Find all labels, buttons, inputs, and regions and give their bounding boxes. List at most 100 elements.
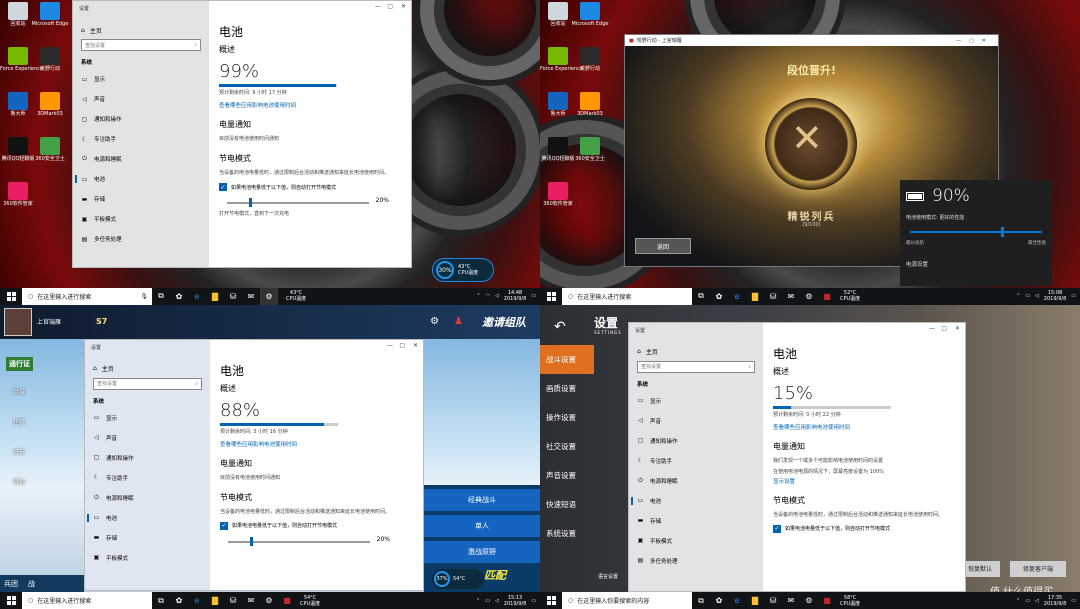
search-input[interactable]: 查找设置 ⌕ bbox=[637, 360, 755, 373]
edge-icon[interactable]: e bbox=[728, 592, 746, 609]
start-button[interactable] bbox=[540, 288, 562, 305]
saver-checkbox[interactable]: ✓ 如果电池电量低于以下值，则自动打开节电模式 bbox=[219, 183, 401, 191]
game-menu-item[interactable]: 社交设置 bbox=[540, 432, 594, 461]
taskbar-search[interactable]: ○ 在这里输入进行搜索 bbox=[22, 592, 152, 609]
slider-thumb[interactable] bbox=[250, 536, 253, 546]
edge-icon[interactable]: e bbox=[188, 592, 206, 609]
taskbar-search[interactable]: ○ 在这里输入你要搜索的内容 bbox=[562, 592, 692, 609]
up-chevron-icon[interactable]: ⌃ bbox=[1016, 598, 1020, 604]
app-icon[interactable]: ✿ bbox=[710, 592, 728, 609]
search-input[interactable]: 查找设置 ⌕ bbox=[81, 39, 201, 51]
game-icon[interactable]: ■ bbox=[278, 592, 296, 609]
battery-tray-icon[interactable]: ▭ bbox=[485, 598, 490, 604]
game-menu-item[interactable]: 声音设置 bbox=[540, 461, 594, 490]
nav-item[interactable]: ◁ 声音 bbox=[85, 428, 210, 448]
desktop-icon[interactable]: 3DMark03 bbox=[562, 92, 618, 117]
nav-item[interactable]: ▭ 显示 bbox=[85, 408, 210, 428]
maximize-button[interactable]: ▢ bbox=[941, 325, 947, 332]
nav-item[interactable]: ▭ 显示 bbox=[629, 391, 763, 411]
battery-tray-icon[interactable]: ▭ bbox=[1025, 598, 1030, 604]
match-button[interactable]: 匹配 bbox=[484, 567, 506, 583]
clock[interactable]: 15:08 2019/9/8 bbox=[1044, 290, 1066, 302]
notification-icon[interactable]: ▭ bbox=[1071, 293, 1076, 299]
folder-icon[interactable]: ▇ bbox=[746, 288, 764, 305]
power-settings-link[interactable]: 电源设置 bbox=[906, 260, 1046, 268]
settings-gear-icon[interactable]: ⚙ bbox=[430, 316, 439, 327]
nav-item[interactable]: ▣ 平板模式 bbox=[73, 209, 209, 229]
nav-item[interactable]: ☾ 专注助手 bbox=[85, 468, 210, 488]
nav-item[interactable]: ☾ 专注助手 bbox=[629, 451, 763, 471]
volume-icon[interactable]: ◁ bbox=[495, 293, 499, 299]
nav-item[interactable]: ☾ 专注助手 bbox=[73, 129, 209, 149]
desktop-icon[interactable]: 360软件管家 bbox=[0, 182, 46, 207]
nav-item[interactable]: ◁ 声音 bbox=[629, 411, 763, 431]
language-settings[interactable]: 语言设置 bbox=[598, 573, 618, 580]
clock[interactable]: 17:35 2019/9/8 bbox=[1044, 595, 1066, 607]
app-usage-link[interactable]: 查看哪些应用影响电池使用时间 bbox=[220, 440, 413, 448]
avatar[interactable] bbox=[4, 307, 32, 336]
clock[interactable]: 14:48 2019/9/8 bbox=[504, 290, 526, 302]
nav-item[interactable]: ⏻ 电源和睡眠 bbox=[73, 149, 209, 169]
taskbar-search[interactable]: ○ 在这里输入进行搜索 bbox=[562, 287, 692, 305]
close-button[interactable]: ✕ bbox=[955, 325, 960, 332]
wifi-icon[interactable]: ◠ bbox=[486, 293, 490, 299]
mail-icon[interactable]: ✉ bbox=[242, 288, 260, 305]
game-icon[interactable]: ■ bbox=[818, 288, 836, 305]
maximize-button[interactable]: ▢ bbox=[399, 342, 405, 349]
game-menu-item[interactable]: 系统设置 bbox=[540, 519, 594, 548]
taskbar-search[interactable]: ○ 在这里输入进行搜索 🎙 bbox=[22, 287, 152, 305]
nav-item[interactable]: ▤ 多任务处理 bbox=[629, 551, 763, 571]
nav-item[interactable]: ⏻ 电源和睡眠 bbox=[629, 471, 763, 491]
up-chevron-icon[interactable]: ⌃ bbox=[476, 293, 480, 299]
volume-icon[interactable]: ◁ bbox=[495, 598, 499, 604]
game-menu-item[interactable]: 操作设置 bbox=[540, 403, 594, 432]
search-input[interactable]: 查找设置 ⌕ bbox=[93, 377, 202, 390]
app-icon[interactable]: ✿ bbox=[710, 288, 728, 305]
settings-gear-icon[interactable]: ⚙ bbox=[260, 592, 278, 609]
task-view-icon[interactable]: ⧉ bbox=[692, 592, 710, 609]
volume-icon[interactable]: ◁ bbox=[1035, 598, 1039, 604]
close-button[interactable]: ✕ bbox=[413, 342, 418, 349]
task-view-icon[interactable]: ⧉ bbox=[152, 288, 170, 305]
nav-home[interactable]: ⌂ 主页 bbox=[73, 23, 209, 37]
desktop-icon[interactable]: Microsoft Edge bbox=[22, 2, 78, 27]
folder-icon[interactable]: ▇ bbox=[746, 592, 764, 609]
nav-home[interactable]: ⌂ 主页 bbox=[85, 362, 210, 376]
saver-threshold-slider[interactable]: 20% bbox=[220, 536, 390, 546]
clock[interactable]: 15:13 2019/9/8 bbox=[504, 595, 526, 607]
folder-icon[interactable]: ▇ bbox=[206, 592, 224, 609]
back-button[interactable]: 返回 bbox=[635, 238, 691, 254]
start-button[interactable] bbox=[0, 288, 22, 305]
desktop-icon[interactable]: 荒野行动 bbox=[562, 47, 618, 72]
desktop-icon[interactable]: 荒野行动 bbox=[22, 47, 78, 72]
friend-icon[interactable]: ♟ bbox=[454, 316, 463, 327]
bottom-tab[interactable]: 战 bbox=[28, 579, 35, 589]
saver-threshold-slider[interactable]: 20% bbox=[219, 197, 389, 207]
window-controls[interactable]: —▢✕ bbox=[956, 38, 994, 44]
nav-home[interactable]: ⌂ 主页 bbox=[629, 345, 763, 359]
side-menu-item[interactable]: 背包 bbox=[6, 477, 32, 507]
close-button[interactable]: ✕ bbox=[401, 3, 406, 10]
invite-team-button[interactable]: 邀请组队 bbox=[482, 314, 526, 330]
nav-item[interactable]: ◁ 声音 bbox=[73, 89, 209, 109]
season-pass-badge[interactable]: 通行证 bbox=[6, 356, 33, 371]
nav-item[interactable]: ▭ 电池 bbox=[73, 169, 209, 189]
game-menu-item[interactable]: 战斗设置 bbox=[540, 344, 594, 374]
notification-icon[interactable]: ▭ bbox=[531, 598, 536, 604]
side-menu-item[interactable]: 商城 bbox=[6, 387, 32, 417]
notification-icon[interactable]: ▭ bbox=[531, 293, 536, 299]
desktop-icon[interactable]: 360安全卫士 bbox=[22, 137, 78, 162]
game-menu-item[interactable]: 画质设置 bbox=[540, 374, 594, 403]
game-menu-item[interactable]: 快速短语 bbox=[540, 490, 594, 519]
app-icon[interactable]: ✿ bbox=[170, 592, 188, 609]
folder-icon[interactable]: ▇ bbox=[206, 288, 224, 305]
start-button[interactable] bbox=[540, 592, 562, 609]
settings-gear-icon[interactable]: ⚙ bbox=[800, 592, 818, 609]
maximize-button[interactable]: ▢ bbox=[387, 3, 393, 10]
task-view-icon[interactable]: ⧉ bbox=[152, 592, 170, 609]
store-icon[interactable]: ⛁ bbox=[764, 288, 782, 305]
nav-item[interactable]: ▭ 电池 bbox=[85, 508, 210, 528]
game-icon[interactable]: ■ bbox=[818, 592, 836, 609]
minimize-button[interactable]: — bbox=[375, 3, 381, 10]
nav-item[interactable]: ▣ 平板模式 bbox=[85, 548, 210, 568]
